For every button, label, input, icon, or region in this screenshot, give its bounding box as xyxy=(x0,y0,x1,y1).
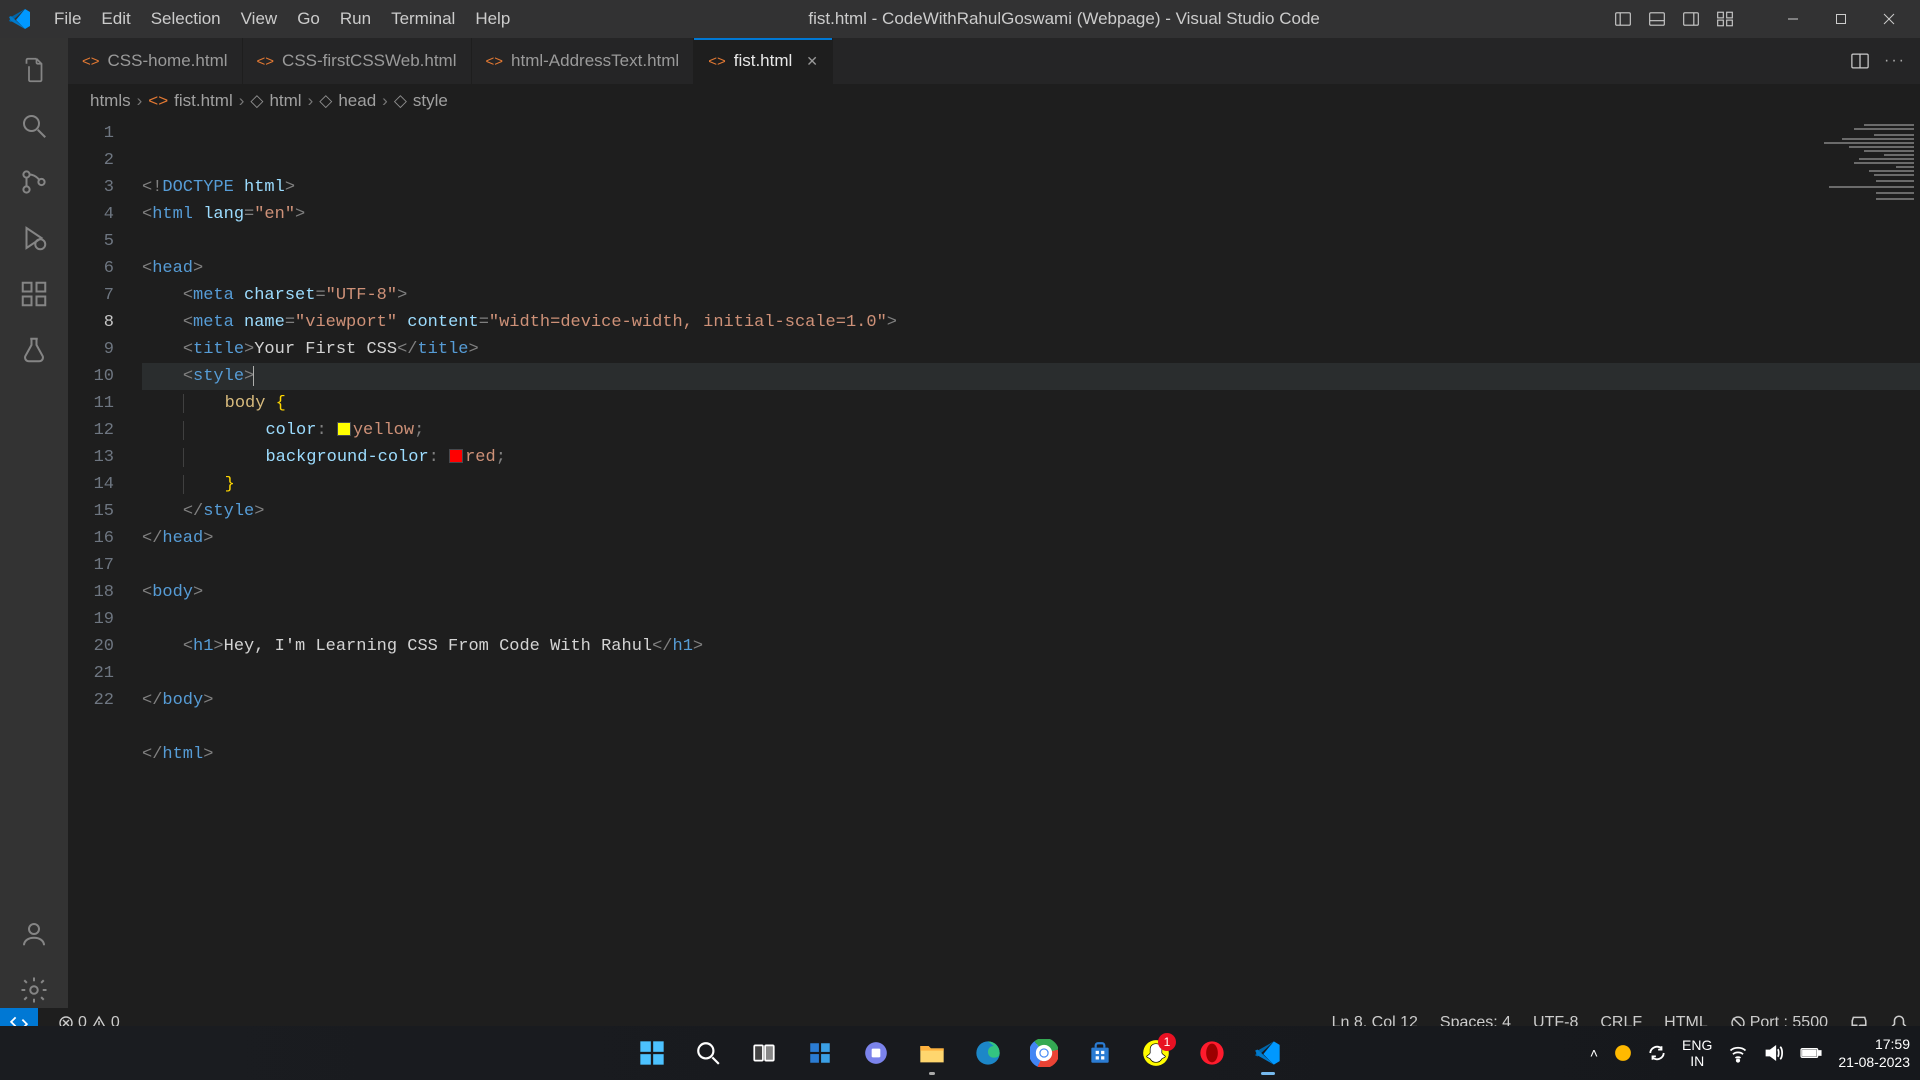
code-content[interactable]: <!DOCTYPE html><html lang="en"><head> <m… xyxy=(142,118,1920,1008)
accounts-icon[interactable] xyxy=(16,916,52,952)
toggle-panel-icon[interactable] xyxy=(1642,4,1672,34)
teams-chat-icon[interactable] xyxy=(852,1029,900,1077)
html-file-icon: <> xyxy=(708,53,726,70)
toggle-primary-sidebar-icon[interactable] xyxy=(1608,4,1638,34)
menu-edit[interactable]: Edit xyxy=(91,3,140,35)
customize-layout-icon[interactable] xyxy=(1710,4,1740,34)
tab-html-addresstext[interactable]: <> html-AddressText.html xyxy=(472,38,695,84)
menu-selection[interactable]: Selection xyxy=(141,3,231,35)
more-actions-icon[interactable]: ··· xyxy=(1884,52,1906,70)
extensions-icon[interactable] xyxy=(16,276,52,312)
breadcrumb-file[interactable]: fist.html xyxy=(174,91,233,111)
vscode-taskbar-icon[interactable] xyxy=(1244,1029,1292,1077)
tray-icon[interactable] xyxy=(1614,1044,1632,1062)
minimap[interactable] xyxy=(1810,118,1920,1008)
breadcrumb-item[interactable]: head xyxy=(338,91,376,111)
vscode-logo-icon xyxy=(8,7,32,31)
close-button[interactable] xyxy=(1866,4,1912,34)
windows-taskbar: 1 ˄ ENG IN 17:59 21-08-2023 xyxy=(0,1026,1920,1080)
breadcrumbs[interactable]: htmls › <> fist.html › ◇ html › ◇ head ›… xyxy=(68,84,1920,118)
breadcrumb-item[interactable]: html xyxy=(269,91,301,111)
toggle-secondary-sidebar-icon[interactable] xyxy=(1676,4,1706,34)
split-editor-icon[interactable] xyxy=(1850,51,1870,71)
start-button[interactable] xyxy=(628,1029,676,1077)
symbol-icon: ◇ xyxy=(250,91,263,111)
widgets-icon[interactable] xyxy=(796,1029,844,1077)
maximize-button[interactable] xyxy=(1818,4,1864,34)
file-explorer-icon[interactable] xyxy=(908,1029,956,1077)
editor-body[interactable]: 12345678910111213141516171819202122 <!DO… xyxy=(68,118,1920,1008)
menu-file[interactable]: File xyxy=(44,3,91,35)
breadcrumb-folder[interactable]: htmls xyxy=(90,91,131,111)
volume-icon[interactable] xyxy=(1764,1043,1784,1063)
symbol-icon: ◇ xyxy=(319,91,332,111)
tab-fist-html[interactable]: <> fist.html ✕ xyxy=(694,38,833,84)
tray-chevron-icon[interactable]: ˄ xyxy=(1590,1045,1598,1061)
settings-gear-icon[interactable] xyxy=(16,972,52,1008)
snapchat-icon[interactable]: 1 xyxy=(1132,1029,1180,1077)
edge-icon[interactable] xyxy=(964,1029,1012,1077)
menu-go[interactable]: Go xyxy=(287,3,330,35)
chevron-right-icon: › xyxy=(239,91,245,111)
search-icon[interactable] xyxy=(16,108,52,144)
notification-badge: 1 xyxy=(1158,1033,1176,1051)
line-gutter: 12345678910111213141516171819202122 xyxy=(68,118,142,1008)
chevron-right-icon: › xyxy=(382,91,388,111)
chrome-icon[interactable] xyxy=(1020,1029,1068,1077)
source-control-icon[interactable] xyxy=(16,164,52,200)
task-view-icon[interactable] xyxy=(740,1029,788,1077)
html-file-icon: <> xyxy=(257,53,275,70)
testing-icon[interactable] xyxy=(16,332,52,368)
menu-view[interactable]: View xyxy=(231,3,288,35)
menu-run[interactable]: Run xyxy=(330,3,381,35)
tab-css-firstcssweb[interactable]: <> CSS-firstCSSWeb.html xyxy=(243,38,472,84)
symbol-icon: ◇ xyxy=(394,91,407,111)
battery-icon[interactable] xyxy=(1800,1043,1822,1063)
minimize-button[interactable] xyxy=(1770,4,1816,34)
breadcrumb-item[interactable]: style xyxy=(413,91,448,111)
html-file-icon: <> xyxy=(82,53,100,70)
tabs-row: <> CSS-home.html <> CSS-firstCSSWeb.html… xyxy=(68,38,1920,84)
tab-css-home[interactable]: <> CSS-home.html xyxy=(68,38,243,84)
input-language[interactable]: ENG IN xyxy=(1682,1037,1712,1069)
window-title: fist.html - CodeWithRahulGoswami (Webpag… xyxy=(520,9,1608,29)
opera-icon[interactable] xyxy=(1188,1029,1236,1077)
tab-label: fist.html xyxy=(734,51,793,71)
run-debug-icon[interactable] xyxy=(16,220,52,256)
wifi-icon[interactable] xyxy=(1728,1043,1748,1063)
system-clock[interactable]: 17:59 21-08-2023 xyxy=(1838,1035,1910,1071)
html-file-icon: <> xyxy=(486,53,504,70)
menu-help[interactable]: Help xyxy=(465,3,520,35)
microsoft-store-icon[interactable] xyxy=(1076,1029,1124,1077)
chevron-right-icon: › xyxy=(137,91,143,111)
chevron-right-icon: › xyxy=(308,91,314,111)
title-bar: File Edit Selection View Go Run Terminal… xyxy=(0,0,1920,38)
tray-sync-icon[interactable] xyxy=(1648,1044,1666,1062)
html-file-icon: <> xyxy=(148,91,168,111)
explorer-icon[interactable] xyxy=(16,52,52,88)
tab-label: html-AddressText.html xyxy=(511,51,679,71)
tab-label: CSS-home.html xyxy=(108,51,228,71)
taskbar-search-icon[interactable] xyxy=(684,1029,732,1077)
tab-label: CSS-firstCSSWeb.html xyxy=(282,51,456,71)
activity-bar xyxy=(0,38,68,1008)
menu-terminal[interactable]: Terminal xyxy=(381,3,465,35)
close-tab-icon[interactable]: ✕ xyxy=(806,53,818,70)
